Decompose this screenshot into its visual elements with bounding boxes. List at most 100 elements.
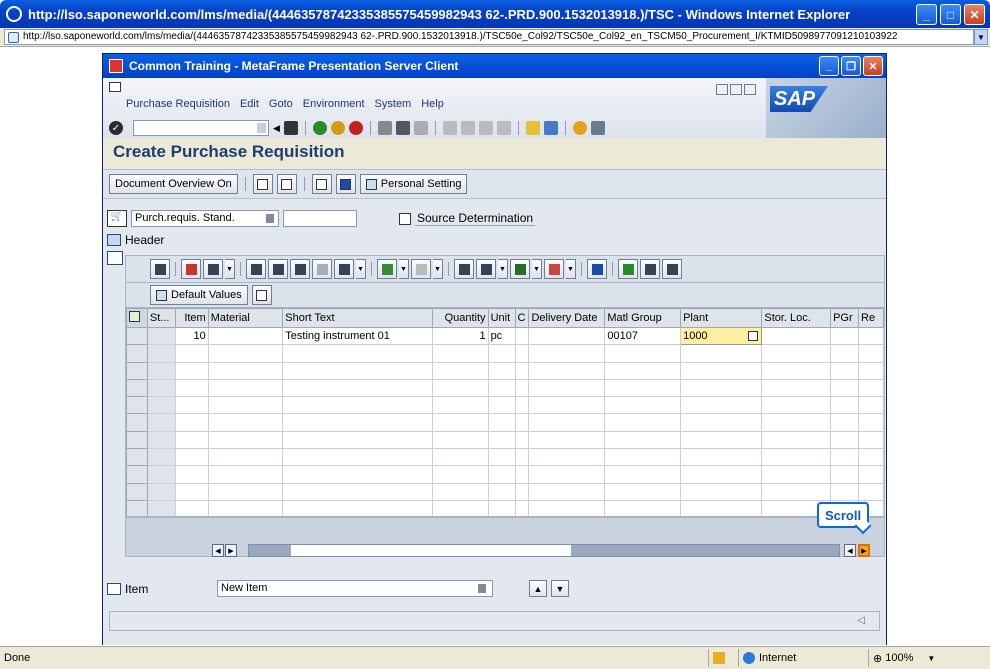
empty-cell[interactable] [487,361,516,380]
empty-cell[interactable] [830,482,860,501]
empty-cell[interactable] [528,465,606,484]
address-input[interactable]: http://lso.saponeworld.com/lms/media/(44… [4,29,974,45]
empty-cell[interactable] [174,396,209,415]
col-delivery-date[interactable]: Delivery Date [528,308,606,328]
minimize-button[interactable]: _ [916,4,937,25]
add-to-list-button[interactable] [618,259,638,279]
assign-button[interactable] [640,259,660,279]
cell-delivery-date[interactable] [528,326,606,346]
empty-cell[interactable] [528,499,606,516]
empty-cell[interactable] [487,413,516,432]
empty-cell[interactable] [431,448,489,467]
check-button[interactable] [662,259,682,279]
cell-c[interactable] [514,326,530,346]
document-overview-button[interactable]: Document Overview On [109,174,238,194]
empty-cell[interactable] [431,430,489,450]
row-selector[interactable] [126,430,148,450]
sap-minimize-icon[interactable] [716,84,728,95]
sum-dropdown[interactable]: ▼ [399,259,409,279]
empty-cell[interactable] [431,499,489,516]
sum-button[interactable] [377,259,397,279]
value-help-icon[interactable] [748,331,759,341]
delete-row-dropdown[interactable]: ▼ [225,259,235,279]
row-selector[interactable] [126,465,148,484]
empty-cell[interactable] [604,378,682,398]
cell-matl-group[interactable]: 00107 [604,326,682,346]
empty-cell[interactable] [514,430,530,450]
shortcut-icon[interactable] [543,121,558,135]
sort-descending-button[interactable] [268,259,288,279]
empty-cell[interactable] [514,499,530,516]
cell-pgr[interactable] [830,326,860,346]
empty-cell[interactable] [146,448,176,467]
empty-cell[interactable] [858,344,884,363]
col-status[interactable]: St... [146,308,176,328]
empty-cell[interactable] [431,465,489,484]
empty-cell[interactable] [528,482,606,501]
empty-cell[interactable] [207,361,284,380]
empty-cell[interactable] [528,430,606,450]
empty-cell[interactable] [680,499,763,516]
help-icon[interactable] [572,121,587,135]
empty-cell[interactable] [830,344,860,363]
empty-cell[interactable] [282,378,433,398]
empty-cell[interactable] [604,465,682,484]
empty-cell[interactable] [680,430,763,450]
citrix-minimize-button[interactable]: _ [819,56,839,76]
empty-cell[interactable] [528,448,606,467]
empty-cell[interactable] [146,361,176,380]
empty-cell[interactable] [174,361,209,380]
empty-cell[interactable] [761,482,832,501]
document-number-input[interactable] [283,210,357,227]
empty-cell[interactable] [858,482,884,501]
scroll-left-first-button[interactable]: ◀ [212,544,224,557]
header-toggle[interactable]: Header [107,233,164,247]
empty-cell[interactable] [761,378,832,398]
empty-cell[interactable] [604,430,682,450]
col-c[interactable]: C [514,308,530,328]
subtotal-dropdown[interactable]: ▼ [433,259,443,279]
empty-cell[interactable] [146,413,176,432]
horizontal-scrollbar[interactable] [248,544,840,557]
create-document-button[interactable] [252,174,273,194]
menu-environment[interactable]: Environment [298,98,370,110]
empty-cell[interactable] [146,378,176,398]
empty-cell[interactable] [830,378,860,398]
empty-cell[interactable] [174,448,209,467]
col-re[interactable]: Re [858,308,884,328]
column-config-button[interactable] [251,285,272,305]
first-page-icon[interactable] [442,121,457,135]
scroll-right-button[interactable]: ▶ [858,544,870,557]
menu-help[interactable]: Help [416,98,449,110]
copy-row-button[interactable] [181,259,201,279]
empty-cell[interactable] [174,482,209,501]
empty-cell[interactable] [431,413,489,432]
empty-cell[interactable] [830,465,860,484]
empty-cell[interactable] [431,396,489,415]
cell-unit[interactable]: pc [487,326,516,346]
empty-cell[interactable] [487,344,516,363]
empty-cell[interactable] [431,482,489,501]
create-session-icon[interactable] [525,121,540,135]
grid-info-button[interactable] [587,259,607,279]
last-page-icon[interactable] [496,121,511,135]
row-selector[interactable] [126,448,148,467]
col-plant[interactable]: Plant [680,308,763,328]
scrollbar-thumb[interactable] [291,545,571,556]
empty-cell[interactable] [761,344,832,363]
col-matl-group[interactable]: Matl Group [604,308,682,328]
subtotal-button[interactable] [411,259,431,279]
empty-cell[interactable] [431,378,489,398]
empty-cell[interactable] [680,396,763,415]
command-dropdown-icon[interactable] [257,123,266,133]
empty-cell[interactable] [680,413,763,432]
empty-cell[interactable] [207,344,284,363]
empty-cell[interactable] [604,413,682,432]
cell-item[interactable]: 10 [174,326,209,346]
collapse-overview-icon[interactable] [107,251,123,265]
enter-icon[interactable]: ✓ [109,121,123,135]
empty-cell[interactable] [431,361,489,380]
empty-cell[interactable] [282,448,433,467]
empty-cell[interactable] [528,378,606,398]
previous-page-icon[interactable] [460,121,475,135]
